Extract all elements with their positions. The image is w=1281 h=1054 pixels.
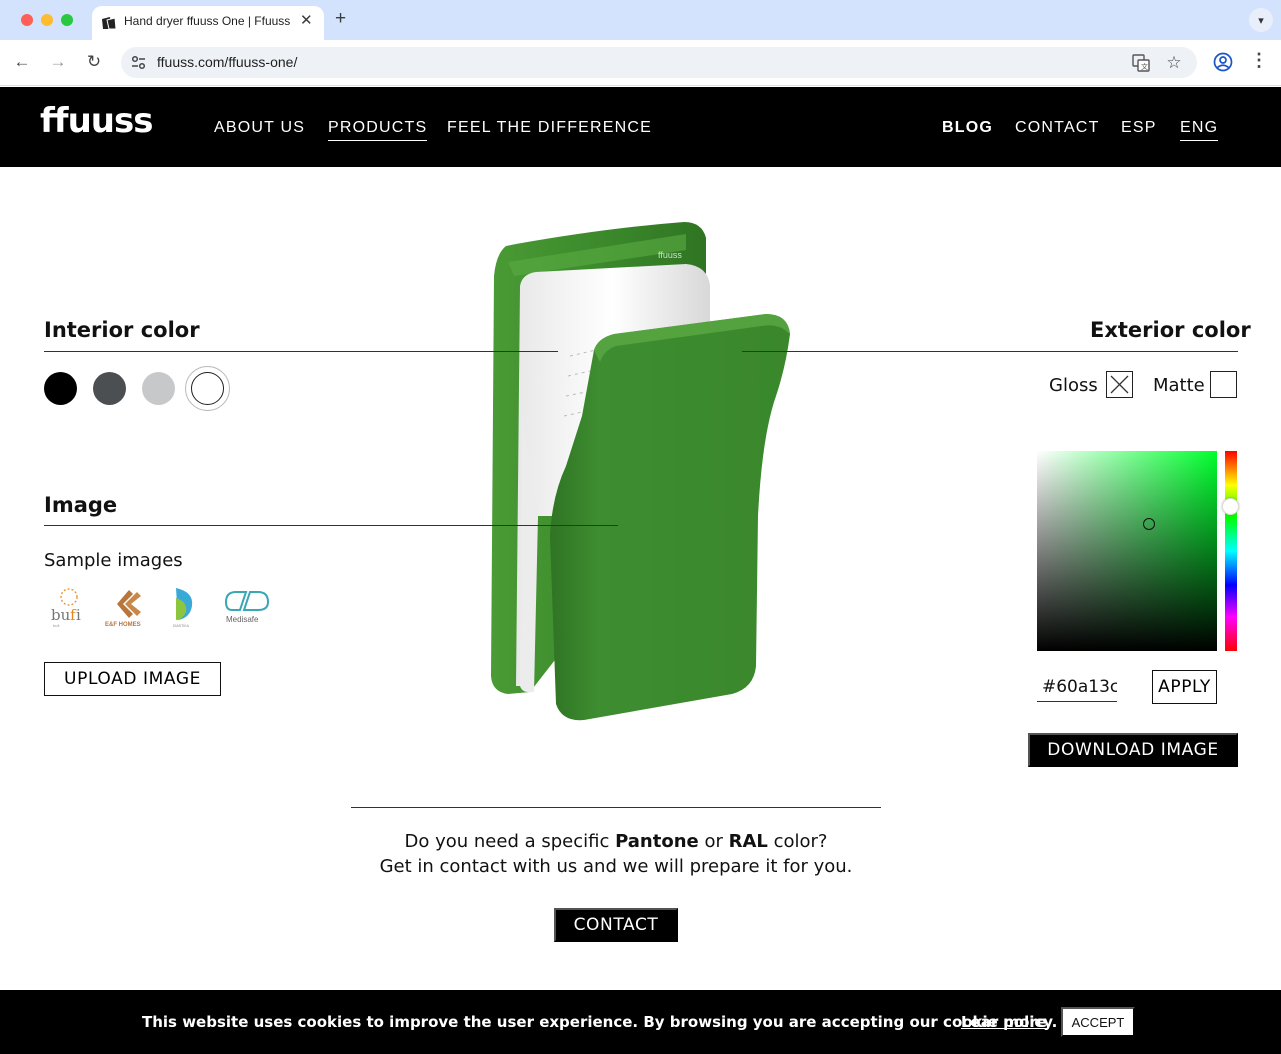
close-window-button[interactable] <box>21 14 33 26</box>
browser-tab[interactable]: Hand dryer ffuuss One | Ffuuss ✕ <box>92 6 324 40</box>
interior-color-title: Interior color <box>44 318 200 342</box>
translate-icon[interactable]: 文 <box>1131 53 1151 73</box>
hue-slider[interactable] <box>1225 451 1237 651</box>
upload-image-button[interactable]: UPLOAD IMAGE <box>44 662 221 696</box>
back-icon[interactable]: ← <box>11 51 33 73</box>
bufi-tagline: bufi <box>53 623 60 628</box>
matte-label: Matte <box>1153 375 1205 396</box>
color-picker-handle[interactable] <box>1143 518 1155 530</box>
new-tab-icon[interactable]: + <box>335 8 346 30</box>
reload-icon[interactable]: ↻ <box>83 51 105 73</box>
sample-images-label: Sample images <box>44 550 183 571</box>
contact-button[interactable]: CONTACT <box>554 908 678 942</box>
sample-logo-bufi[interactable]: bu f i bufi <box>45 584 95 629</box>
maximize-window-button[interactable] <box>61 14 73 26</box>
svg-text:DIASTIKA: DIASTIKA <box>173 624 190 628</box>
sample-logo-ef-homes[interactable]: E&F HOMES <box>103 584 153 629</box>
svg-text:Medisafe: Medisafe <box>226 615 259 624</box>
exterior-divider <box>742 351 1238 352</box>
cookie-accept-button[interactable]: ACCEPT <box>1061 1007 1135 1037</box>
browser-toolbar: ← → ↻ ffuuss.com/ffuuss-one/ 文 ☆ ⋮ <box>0 40 1281 86</box>
browser-menu-icon[interactable]: ⋮ <box>1250 50 1268 71</box>
svg-text:E&F HOMES: E&F HOMES <box>105 622 141 628</box>
svg-text:i: i <box>76 606 81 624</box>
gloss-label: Gloss <box>1049 375 1098 396</box>
interior-swatch-light-gray[interactable] <box>142 372 175 405</box>
tab-search-chevron-icon[interactable]: ▾ <box>1249 8 1273 32</box>
profile-icon[interactable] <box>1213 52 1233 72</box>
image-divider <box>44 525 618 526</box>
interior-swatch-black[interactable] <box>44 372 77 405</box>
hex-color-input[interactable] <box>1037 672 1117 702</box>
url-text[interactable]: ffuuss.com/ffuuss-one/ <box>157 54 297 70</box>
gloss-checkbox[interactable] <box>1106 371 1133 398</box>
tab-title: Hand dryer ffuuss One | Ffuuss <box>124 14 291 28</box>
minimize-window-button[interactable] <box>41 14 53 26</box>
svg-text:文: 文 <box>1141 62 1148 71</box>
nav-products[interactable]: PRODUCTS <box>328 119 428 141</box>
nav-about-us[interactable]: ABOUT US <box>214 119 305 137</box>
apply-color-button[interactable]: APPLY <box>1152 670 1217 704</box>
nav-feel-the-difference[interactable]: FEEL THE DIFFERENCE <box>447 119 652 137</box>
site-settings-icon[interactable] <box>130 54 147 71</box>
sample-logo-medisafe[interactable]: Medisafe <box>220 584 270 629</box>
pantone-divider <box>351 807 881 808</box>
nav-blog[interactable]: BLOG <box>942 119 993 137</box>
sample-logo-diastika[interactable]: DIASTIKA <box>160 584 210 629</box>
image-title: Image <box>44 493 118 517</box>
close-tab-icon[interactable]: ✕ <box>300 11 313 29</box>
interior-divider <box>44 351 558 352</box>
address-bar[interactable]: ffuuss.com/ffuuss-one/ 文 ☆ <box>121 47 1197 78</box>
color-saturation-picker[interactable] <box>1037 451 1217 651</box>
bookmark-star-icon[interactable]: ☆ <box>1164 53 1184 73</box>
nav-lang-eng[interactable]: ENG <box>1180 119 1219 141</box>
nav-lang-esp[interactable]: ESP <box>1121 119 1157 137</box>
interior-swatch-dark-gray[interactable] <box>93 372 126 405</box>
browser-tabstrip: Hand dryer ffuuss One | Ffuuss ✕ + ▾ <box>0 0 1281 40</box>
exterior-color-title: Exterior color <box>1090 318 1251 342</box>
ffuuss-logo[interactable]: ffuuss <box>40 101 153 141</box>
nav-contact[interactable]: CONTACT <box>1015 119 1100 137</box>
pantone-line-2: Get in contact with us and we will prepa… <box>379 856 853 877</box>
matte-checkbox[interactable] <box>1210 371 1237 398</box>
cookie-learn-more-link[interactable]: Lear more <box>961 1013 1047 1031</box>
interior-swatch-white[interactable] <box>191 372 224 405</box>
dryer-brand-mark: ffuuss <box>658 250 682 260</box>
forward-icon[interactable]: → <box>47 51 69 73</box>
hue-slider-thumb[interactable] <box>1222 498 1239 515</box>
hand-dryer-product-image: ffuuss <box>491 222 790 721</box>
site-header: ffuuss ABOUT US PRODUCTS FEEL THE DIFFER… <box>0 87 1281 167</box>
gloss-checked-x-icon <box>1110 375 1129 394</box>
ral-word: RAL <box>728 831 768 852</box>
cookie-message: This website uses cookies to improve the… <box>142 1013 1058 1031</box>
ffuuss-favicon-icon <box>102 17 117 30</box>
pantone-ral-message: Do you need a specific Pantone or RAL co… <box>300 829 932 879</box>
svg-text:bu: bu <box>51 606 71 624</box>
pantone-word: Pantone <box>615 831 699 852</box>
download-image-button[interactable]: DOWNLOAD IMAGE <box>1028 733 1238 767</box>
